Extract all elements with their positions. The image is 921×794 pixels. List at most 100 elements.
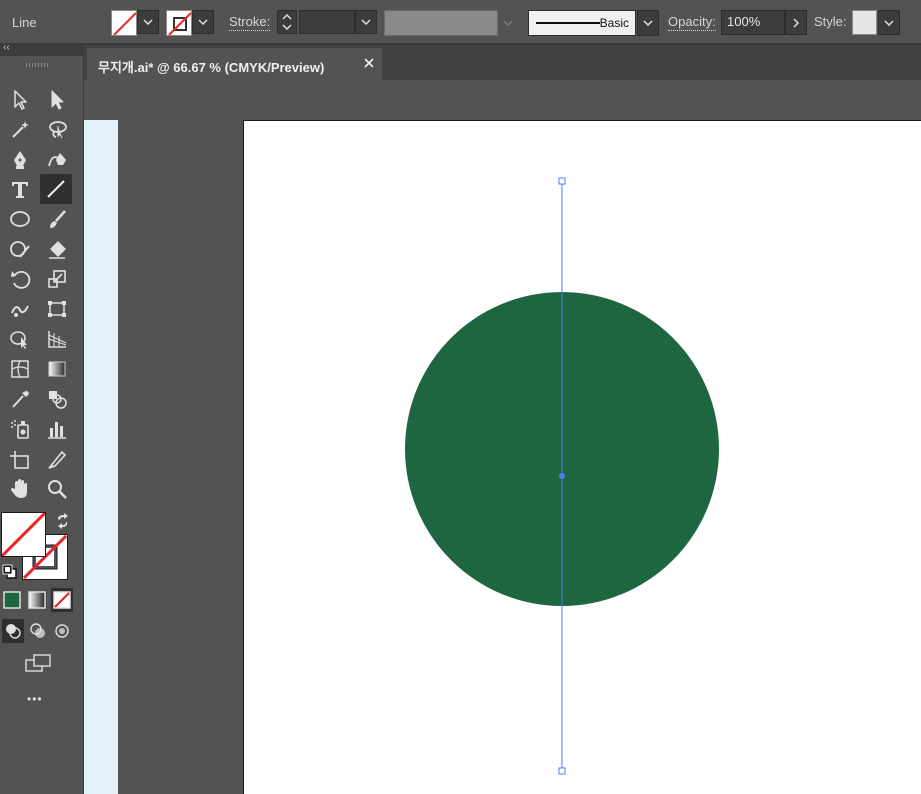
stepper-arrows-icon	[282, 13, 292, 31]
stroke-label[interactable]: Stroke:	[229, 14, 271, 31]
pen-tool[interactable]	[5, 145, 35, 173]
hand-tool[interactable]	[5, 475, 35, 503]
blend-tool[interactable]	[42, 385, 72, 413]
canvas-area[interactable]	[84, 80, 921, 794]
artboard[interactable]	[243, 120, 921, 794]
shaper-tool[interactable]	[5, 235, 35, 263]
selection-arrow-icon	[14, 90, 27, 110]
chevron-down-icon	[503, 20, 513, 26]
collapse-icon[interactable]: ‹‹	[3, 42, 10, 53]
eraser-icon	[49, 241, 66, 259]
close-icon[interactable]	[362, 56, 376, 70]
edit-toolbar-button[interactable]: •••	[27, 692, 43, 706]
graphic-style-swatch[interactable]	[852, 10, 877, 35]
ellipse-tool[interactable]	[5, 205, 35, 233]
fill-swatch[interactable]	[111, 10, 137, 36]
free-transform-tool[interactable]	[42, 295, 72, 323]
draw-inside-icon	[55, 624, 69, 638]
shape-builder-icon	[10, 331, 27, 349]
selection-tool[interactable]	[5, 85, 35, 113]
swap-arrows-icon	[58, 513, 68, 529]
column-graph-icon	[48, 422, 66, 439]
mesh-tool[interactable]	[5, 355, 35, 383]
stroke-weight-dropdown[interactable]	[355, 10, 377, 34]
perspective-grid-tool[interactable]	[42, 325, 72, 353]
opacity-flyout-button[interactable]	[785, 10, 807, 35]
chevron-down-icon	[361, 19, 371, 25]
basic-stroke-preview-icon	[536, 22, 600, 24]
magic-wand-icon	[12, 121, 29, 138]
type-tool[interactable]	[5, 175, 35, 203]
swap-fill-stroke-button[interactable]	[55, 513, 71, 529]
brush-definition[interactable]: Basic	[528, 10, 636, 36]
screen-mode-button[interactable]	[23, 651, 53, 675]
gradient-tool[interactable]	[42, 355, 72, 383]
stroke-swatch[interactable]	[166, 10, 192, 36]
color-mode-button[interactable]	[2, 589, 22, 611]
gradient-mode-button[interactable]	[27, 589, 47, 611]
center-point[interactable]	[559, 473, 565, 479]
column-graph-tool[interactable]	[42, 415, 72, 443]
graphic-style-dropdown[interactable]	[878, 10, 900, 35]
free-transform-icon	[48, 301, 66, 317]
lasso-icon	[49, 121, 67, 139]
magic-wand-tool[interactable]	[5, 115, 35, 143]
anchor-point-bottom[interactable]	[558, 767, 566, 775]
none-swatch-icon	[53, 591, 71, 609]
gradient-icon	[48, 361, 66, 377]
variable-width-profile[interactable]	[384, 10, 498, 36]
stroke-weight-input[interactable]	[299, 10, 355, 34]
curvature-tool[interactable]	[42, 145, 72, 173]
none-mode-button[interactable]	[51, 588, 73, 612]
direct-selection-arrow-icon	[51, 90, 64, 110]
draw-behind-button[interactable]	[27, 619, 49, 643]
adjacent-artboard	[84, 120, 118, 794]
opacity-label[interactable]: Opacity:	[668, 14, 716, 31]
none-fill-icon	[0, 511, 47, 558]
symbol-sprayer-tool[interactable]	[5, 415, 35, 443]
document-tab[interactable]: 무지개.ai* @ 66.67 % (CMYK/Preview)	[87, 48, 382, 81]
slice-tool[interactable]	[42, 445, 72, 473]
default-fill-stroke-button[interactable]	[2, 564, 18, 580]
type-t-icon	[12, 182, 28, 198]
scale-tool[interactable]	[42, 265, 72, 293]
rotate-tool[interactable]	[5, 265, 35, 293]
line-segment-tool[interactable]	[40, 174, 72, 204]
control-bar: Line Stroke: Basic Opacity: 100% Style:	[0, 0, 921, 44]
mesh-icon	[11, 360, 29, 378]
tools-panel: ‹‹ •••	[0, 42, 84, 794]
curvature-pen-icon	[48, 153, 66, 167]
fill-dropdown-button[interactable]	[137, 10, 159, 34]
variable-width-dropdown[interactable]	[498, 10, 518, 36]
zoom-tool[interactable]	[42, 475, 72, 503]
anchor-point-top[interactable]	[558, 177, 566, 185]
chevron-right-icon	[793, 17, 799, 28]
default-colors-icon	[2, 564, 17, 579]
pen-nib-icon	[14, 151, 26, 169]
stroke-weight-stepper[interactable]	[277, 10, 297, 34]
ellipse-icon	[10, 211, 30, 227]
none-stroke-icon	[168, 12, 191, 35]
paintbrush-tool[interactable]	[42, 205, 72, 233]
eyedropper-tool[interactable]	[5, 385, 35, 413]
opacity-input[interactable]: 100%	[721, 10, 785, 35]
panel-collapse-bar[interactable]: ‹‹	[0, 42, 84, 56]
lasso-tool[interactable]	[42, 115, 72, 143]
brush-dropdown[interactable]	[637, 10, 659, 36]
eraser-tool[interactable]	[42, 235, 72, 263]
draw-normal-button[interactable]	[2, 619, 24, 643]
direct-selection-tool[interactable]	[42, 85, 72, 113]
stroke-dropdown-button[interactable]	[192, 10, 214, 34]
artboard-tool[interactable]	[5, 445, 35, 473]
draw-inside-button[interactable]	[51, 619, 73, 643]
solid-color-icon	[3, 591, 21, 609]
fill-color-box[interactable]	[0, 511, 47, 558]
draw-behind-icon	[30, 623, 45, 638]
chevron-down-icon	[884, 19, 894, 26]
warp-tool[interactable]	[5, 295, 35, 323]
scale-icon	[48, 270, 66, 288]
blend-icon	[49, 391, 67, 409]
eyedropper-icon	[12, 391, 29, 408]
shape-builder-tool[interactable]	[5, 325, 35, 353]
panel-grip[interactable]	[26, 63, 48, 67]
